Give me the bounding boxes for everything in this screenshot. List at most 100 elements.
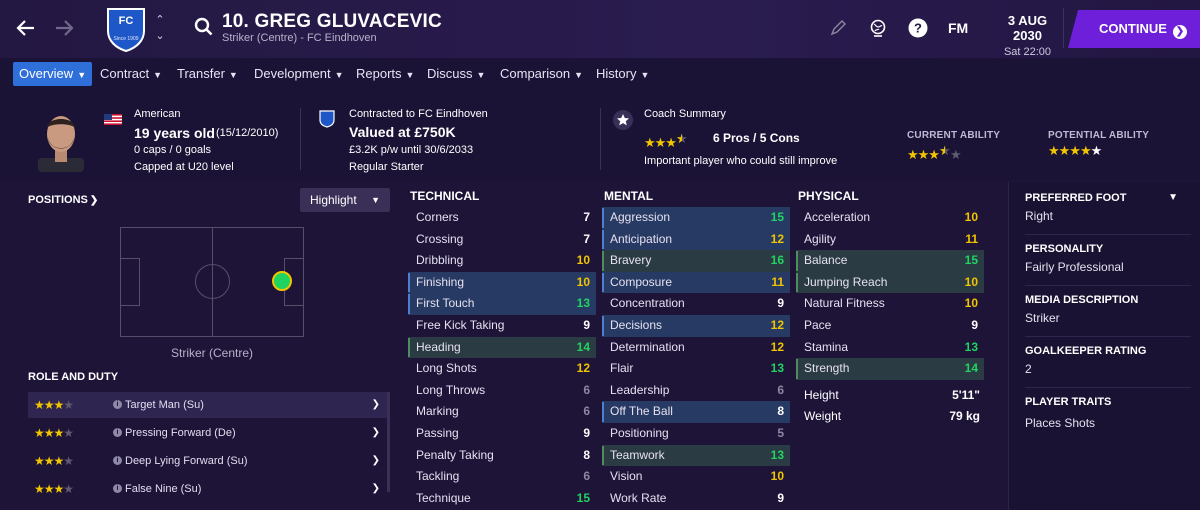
star-icon <box>613 110 633 130</box>
contract-label[interactable]: Contracted to FC Eindhoven <box>349 108 488 120</box>
attribute-name: Stamina <box>804 339 849 354</box>
tab-transfer[interactable]: Transfer ▼ <box>171 62 244 86</box>
squad-status: Regular Starter <box>349 161 424 173</box>
tab-development[interactable]: Development ▼ <box>248 62 350 86</box>
attribute-row[interactable]: Technique 15 <box>408 488 596 510</box>
attribute-row[interactable]: Long Throws 6 <box>408 380 596 402</box>
attribute-row[interactable]: Marking 6 <box>408 401 596 423</box>
tab-discuss[interactable]: Discuss ▼ <box>421 62 491 86</box>
attribute-row[interactable]: Decisions 12 <box>602 314 790 337</box>
forward-arrow-icon[interactable] <box>52 16 76 40</box>
tab-reports[interactable]: Reports ▼ <box>350 62 420 86</box>
help-icon[interactable]: ? <box>908 18 928 38</box>
attribute-row[interactable]: Work Rate 9 <box>602 488 790 510</box>
attribute-value: 11 <box>965 231 978 246</box>
attribute-row[interactable]: Balance 15 <box>796 250 984 272</box>
attribute-row[interactable]: Vision 10 <box>602 466 790 488</box>
chevron-down-icon[interactable]: ❯ <box>372 448 380 474</box>
physical-column: PHYSICAL Acceleration 10 Agility 11 Balance 1… <box>796 189 984 380</box>
chevron-down-icon: ▼ <box>77 70 87 80</box>
chevron-down-icon[interactable]: ▼ <box>1168 192 1178 203</box>
attribute-row[interactable]: Dribbling 10 <box>408 250 596 272</box>
attribute-row[interactable]: Long Shots 12 <box>408 358 596 380</box>
chevron-down-icon[interactable]: ⌄ <box>154 30 166 42</box>
attribute-row[interactable]: Positioning 5 <box>602 423 790 445</box>
attribute-name: Balance <box>804 253 848 268</box>
attribute-row[interactable]: Corners 7 <box>408 207 596 229</box>
roles-scrollbar[interactable] <box>387 392 390 492</box>
info-icon[interactable]: i <box>113 428 122 437</box>
info-icon[interactable]: i <box>113 456 122 465</box>
attribute-row[interactable]: Finishing 10 <box>408 271 596 294</box>
attribute-row[interactable]: Jumping Reach 10 <box>796 271 984 294</box>
attribute-row[interactable]: Passing 9 <box>408 423 596 445</box>
potential-ability-label: POTENTIAL ABILITY <box>1048 130 1150 141</box>
back-arrow-icon[interactable] <box>14 16 38 40</box>
role-row[interactable]: ★★★★ i False Nine (Su) ❯ <box>28 476 390 502</box>
player-trait-item[interactable]: Places Shots <box>1025 416 1095 430</box>
chevron-up-icon[interactable]: ⌃ <box>154 14 166 26</box>
attribute-row[interactable]: Crossing 7 <box>408 229 596 251</box>
player-switch[interactable]: ⌃ ⌄ <box>154 14 166 44</box>
chevron-down-icon[interactable]: ❯ <box>372 476 380 502</box>
attribute-row[interactable]: Agility 11 <box>796 229 984 251</box>
attribute-row[interactable]: Flair 13 <box>602 358 790 380</box>
attribute-name: Heading <box>416 339 461 354</box>
height-label: Height <box>804 388 839 402</box>
attribute-name: Anticipation <box>610 231 673 246</box>
attribute-row[interactable]: Penalty Taking 8 <box>408 445 596 467</box>
attribute-row[interactable]: Determination 12 <box>602 337 790 359</box>
pitch-centre-circle <box>195 264 230 299</box>
positions-title[interactable]: POSITIONS ❯ <box>28 194 98 206</box>
attribute-row[interactable]: Off The Ball 8 <box>602 401 790 423</box>
attribute-row[interactable]: Concentration 9 <box>602 293 790 315</box>
attribute-value: 12 <box>770 231 784 246</box>
attribute-row[interactable]: Aggression 15 <box>602 207 790 229</box>
club-badge[interactable]: FC Since 1909 <box>104 6 148 53</box>
nationality[interactable]: American <box>134 108 180 120</box>
attribute-row[interactable]: Pace 9 <box>796 315 984 337</box>
tab-overview[interactable]: Overview ▼ <box>13 62 93 86</box>
tab-history[interactable]: History ▼ <box>590 62 655 86</box>
attribute-row[interactable]: Anticipation 12 <box>602 228 790 251</box>
fm-menu-button[interactable]: FM <box>948 20 968 36</box>
tab-label: Reports <box>356 66 402 81</box>
role-row[interactable]: ★★★★ i Deep Lying Forward (Su) ❯ <box>28 448 390 474</box>
date-text: 3 AUG 2030 <box>1007 13 1048 43</box>
attribute-row[interactable]: Leadership 6 <box>602 380 790 402</box>
info-icon[interactable]: i <box>113 484 122 493</box>
search-icon[interactable] <box>194 17 214 37</box>
attribute-row[interactable]: First Touch 13 <box>408 293 596 315</box>
role-row[interactable]: ★★★★ i Target Man (Su) ❯ <box>28 392 390 418</box>
attribute-row[interactable]: Acceleration 10 <box>796 207 984 229</box>
tab-comparison[interactable]: Comparison ▼ <box>494 62 589 86</box>
continue-button[interactable]: CONTINUE ❯ <box>1068 10 1200 48</box>
attribute-row[interactable]: Free Kick Taking 9 <box>408 315 596 337</box>
role-stars: ★★★★ <box>34 398 74 412</box>
position-marker-striker[interactable] <box>272 271 292 291</box>
info-icon[interactable]: i <box>113 400 122 409</box>
details-panel: PREFERRED FOOT ▼ Right PERSONALITY Fairl… <box>1008 182 1200 510</box>
attribute-row[interactable]: Natural Fitness 10 <box>796 293 984 315</box>
pencil-icon[interactable] <box>828 18 848 38</box>
attribute-row[interactable]: Tackling 6 <box>408 466 596 488</box>
attribute-row[interactable]: Heading 14 <box>408 336 596 359</box>
tab-label: Comparison <box>500 66 571 81</box>
attribute-row[interactable]: Strength 14 <box>796 358 984 380</box>
divider <box>1025 387 1191 388</box>
globe-icon[interactable] <box>868 18 888 38</box>
attribute-row[interactable]: Stamina 13 <box>796 337 984 359</box>
chevron-down-icon[interactable]: ❯ <box>372 420 380 446</box>
attribute-row[interactable]: Composure 11 <box>602 271 790 294</box>
chevron-down-icon[interactable]: ❯ <box>372 392 380 418</box>
pros-cons[interactable]: 6 Pros / 5 Cons <box>713 131 800 145</box>
tab-contract[interactable]: Contract ▼ <box>94 62 168 86</box>
attribute-value: 10 <box>576 253 590 268</box>
attribute-value: 13 <box>964 339 978 354</box>
role-row[interactable]: ★★★★ i Pressing Forward (De) ❯ <box>28 420 390 446</box>
attribute-row[interactable]: Teamwork 13 <box>602 444 790 467</box>
attribute-row[interactable]: Bravery 16 <box>602 250 790 272</box>
highlight-dropdown[interactable]: Highlight ▼ <box>300 188 390 212</box>
player-subtitle[interactable]: Striker (Centre) - FC Eindhoven <box>222 32 377 44</box>
divider <box>300 108 301 170</box>
